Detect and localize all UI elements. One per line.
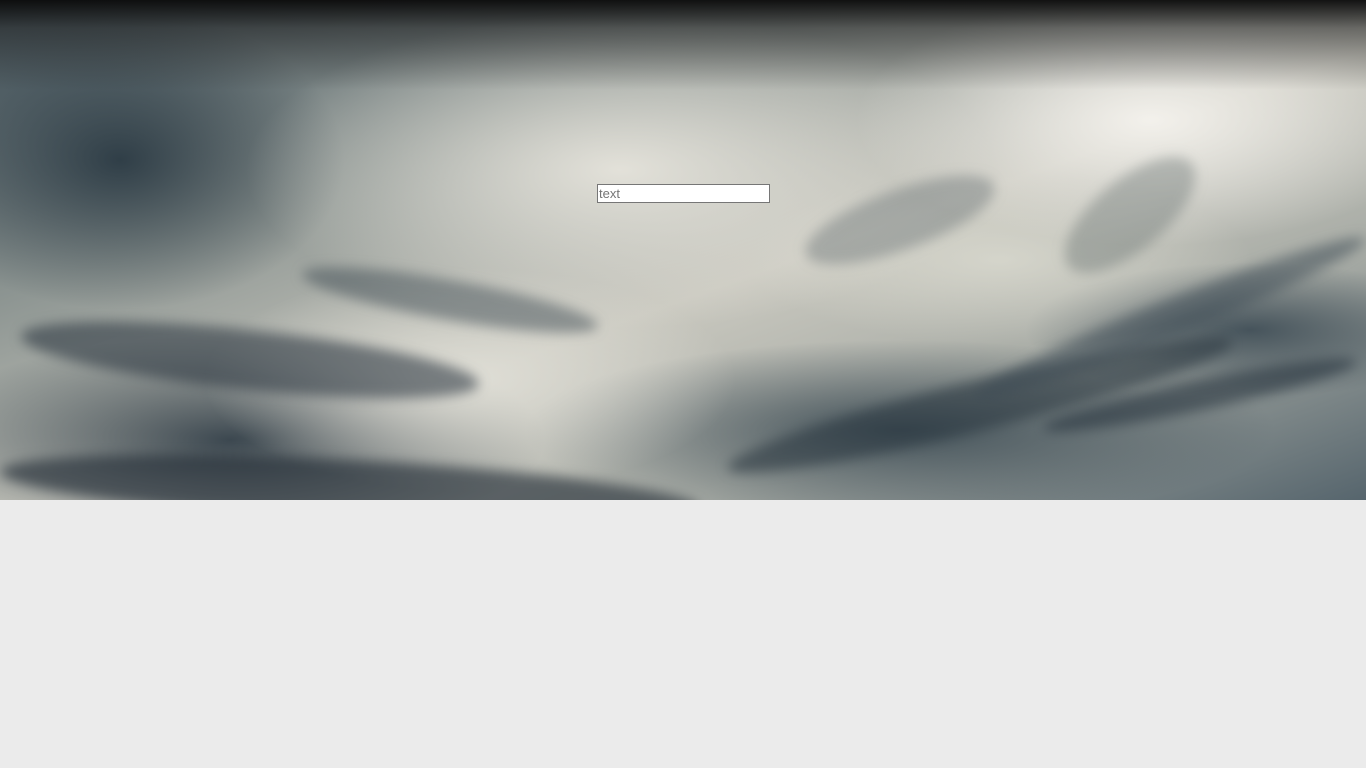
cloud-streak xyxy=(298,254,602,346)
page xyxy=(0,0,1366,768)
text-input[interactable] xyxy=(597,184,770,203)
cloud-streak xyxy=(968,222,1366,414)
cloud-streak xyxy=(18,306,482,414)
cloudy-sky-background xyxy=(0,0,1366,500)
cloud-streak xyxy=(0,441,702,500)
content-area xyxy=(0,500,1366,768)
cloud-streak xyxy=(795,157,1005,283)
cloud-streak xyxy=(1046,136,1214,294)
